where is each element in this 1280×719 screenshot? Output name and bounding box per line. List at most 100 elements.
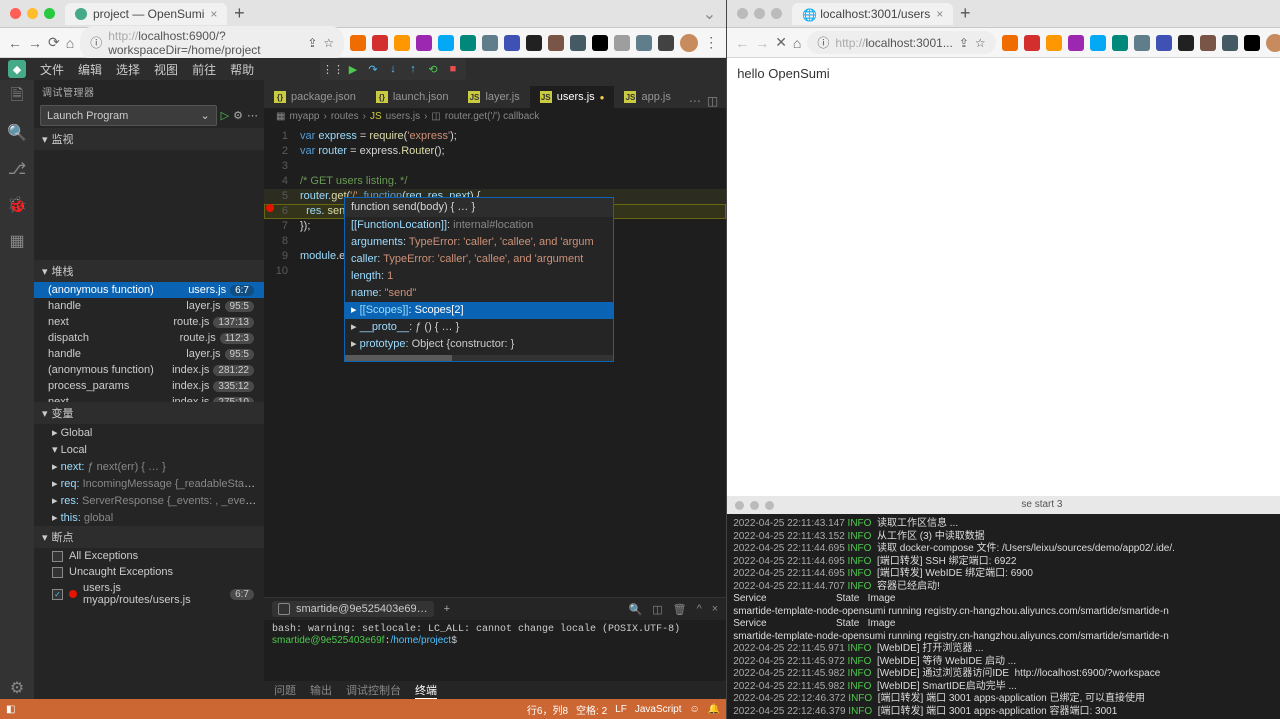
close-dot[interactable] [10, 8, 21, 19]
extension-icon[interactable] [1002, 35, 1018, 51]
extension-icon[interactable] [1134, 35, 1150, 51]
home-icon[interactable]: ⌂ [793, 35, 801, 51]
info-icon[interactable]: ⓘ [90, 34, 102, 51]
hover-row[interactable]: length: 1 [345, 268, 613, 285]
variable-row[interactable]: ▸ req: IncomingMessage {_readableState: … [34, 475, 264, 492]
bp-uncaught[interactable]: Uncaught Exceptions [34, 564, 264, 580]
editor-tool-icon[interactable]: ⋯ [689, 94, 701, 108]
extension-icon[interactable] [504, 35, 520, 51]
launch-config-select[interactable]: Launch Program⌄ [40, 105, 217, 126]
terminal-split-icon[interactable]: ◫ [652, 603, 662, 616]
callstack-row[interactable]: dispatchroute.js112:3 [34, 330, 264, 346]
var-local[interactable]: ▾ Local [34, 441, 264, 458]
menu-go[interactable]: 前往 [192, 61, 216, 78]
editor-tab[interactable]: {}package.json [264, 86, 366, 108]
hover-row[interactable]: ▸ __proto__: ƒ () { … } [345, 319, 613, 336]
url-box[interactable]: ⓘ http://localhost:3001... ⇪ ☆ [807, 31, 995, 54]
extension-icon[interactable] [416, 35, 432, 51]
breakpoints-section[interactable]: ▾ 断点 [34, 526, 264, 548]
drag-handle-icon[interactable]: ⋮⋮ [326, 62, 340, 76]
extension-icon[interactable] [1244, 35, 1260, 51]
star-icon[interactable]: ☆ [323, 36, 334, 50]
extension-icon[interactable] [1178, 35, 1194, 51]
step-over-icon[interactable]: ↷ [366, 62, 380, 76]
back-icon[interactable]: ← [735, 35, 749, 51]
menu-edit[interactable]: 编辑 [78, 61, 102, 78]
forward-icon[interactable]: → [28, 35, 42, 51]
max-dot[interactable] [771, 8, 782, 19]
callstack-row[interactable]: process_paramsindex.js335:12 [34, 378, 264, 394]
menu-help[interactable]: 帮助 [230, 61, 254, 78]
terminal-max-icon[interactable]: ^ [697, 603, 702, 615]
chevron-down-icon[interactable]: ⌄ [703, 4, 716, 24]
variable-row[interactable]: ▸ this: global [34, 509, 264, 526]
url-box[interactable]: ⓘ http://localhost:6900/?workspaceDir=/h… [80, 26, 344, 60]
terminal-body[interactable]: bash: warning: setlocale: LC_ALL: cannot… [264, 620, 726, 681]
variable-row[interactable]: ▸ next: ƒ next(err) { … } [34, 458, 264, 475]
status-eol[interactable]: LF [615, 704, 627, 715]
callstack-row[interactable]: handlelayer.js95:5 [34, 346, 264, 362]
extension-icon[interactable] [438, 35, 454, 51]
extension-icon[interactable] [1112, 35, 1128, 51]
extension-icon[interactable] [614, 35, 630, 51]
checkbox-checked[interactable]: ✓ [52, 589, 63, 600]
info-icon[interactable]: ⓘ [817, 34, 829, 51]
extension-icon[interactable] [460, 35, 476, 51]
tab-close-icon[interactable]: × [936, 7, 943, 21]
status-lang[interactable]: JavaScript [635, 704, 682, 715]
extension-icon[interactable] [372, 35, 388, 51]
callstack-row[interactable]: (anonymous function)index.js281:22 [34, 362, 264, 378]
browser-tab[interactable]: 🌐 localhost:3001/users × [792, 3, 953, 25]
hover-row[interactable]: ▸ [[Scopes]]: Scopes[2] [345, 302, 613, 319]
explorer-icon[interactable]: 🗎 [6, 86, 28, 108]
extension-icon[interactable] [658, 35, 674, 51]
browser-tab[interactable]: project — OpenSumi × [65, 3, 227, 25]
stop-icon[interactable]: ✕ [775, 34, 787, 51]
extension-icon[interactable] [1068, 35, 1084, 51]
avatar[interactable] [680, 34, 698, 52]
back-icon[interactable]: ← [8, 35, 22, 51]
callstack-row[interactable]: nextroute.js137:13 [34, 314, 264, 330]
step-into-icon[interactable]: ↓ [386, 62, 400, 76]
code-editor[interactable]: 12345678910 var express = require('expre… [264, 125, 726, 597]
extension-icon[interactable] [394, 35, 410, 51]
restart-icon[interactable]: ⟲ [426, 62, 440, 76]
extension-icon[interactable] [1090, 35, 1106, 51]
breadcrumb[interactable]: ▦ myapp › routes › JS users.js › ◫ route… [264, 108, 726, 125]
status-cursor[interactable]: 行6，列8 [527, 702, 568, 717]
checkbox[interactable] [52, 551, 63, 562]
extension-icon[interactable] [526, 35, 542, 51]
min-dot[interactable] [750, 501, 759, 510]
panel-debug-console[interactable]: 调试控制台 [346, 682, 401, 698]
max-dot[interactable] [765, 501, 774, 510]
menu-file[interactable]: 文件 [40, 61, 64, 78]
continue-icon[interactable]: ▶ [346, 62, 360, 76]
share-icon[interactable]: ⇪ [307, 36, 317, 50]
variables-section[interactable]: ▾ 变量 [34, 402, 264, 424]
home-icon[interactable]: ⌂ [66, 35, 74, 51]
remote-indicator[interactable]: ◧ [6, 704, 15, 715]
hover-row[interactable]: arguments: TypeError: 'caller', 'callee'… [345, 234, 613, 251]
start-debug-icon[interactable]: ▷ [221, 109, 229, 122]
max-dot[interactable] [44, 8, 55, 19]
min-dot[interactable] [27, 8, 38, 19]
terminal-close-icon[interactable]: × [712, 603, 718, 615]
stop-icon[interactable]: ■ [446, 62, 460, 76]
extension-icon[interactable] [1046, 35, 1062, 51]
min-dot[interactable] [754, 8, 765, 19]
hover-row[interactable]: [[FunctionLocation]]: internal#location [345, 217, 613, 234]
forward-icon[interactable]: → [755, 35, 769, 51]
tab-close-icon[interactable]: × [210, 7, 217, 21]
new-terminal-icon[interactable]: + [444, 603, 450, 615]
status-feedback-icon[interactable]: ☺ [690, 704, 700, 715]
var-global[interactable]: ▸ Global [34, 424, 264, 441]
avatar[interactable] [1266, 34, 1280, 52]
editor-tab[interactable]: JSlayer.js [458, 86, 529, 108]
extension-icon[interactable] [482, 35, 498, 51]
extension-icon[interactable] [350, 35, 366, 51]
extension-icon[interactable] [636, 35, 652, 51]
share-icon[interactable]: ⇪ [959, 36, 969, 50]
extension-icon[interactable] [1222, 35, 1238, 51]
terminal-tab[interactable]: smartide@9e525403e69… [272, 601, 434, 617]
star-icon[interactable]: ☆ [975, 36, 986, 50]
